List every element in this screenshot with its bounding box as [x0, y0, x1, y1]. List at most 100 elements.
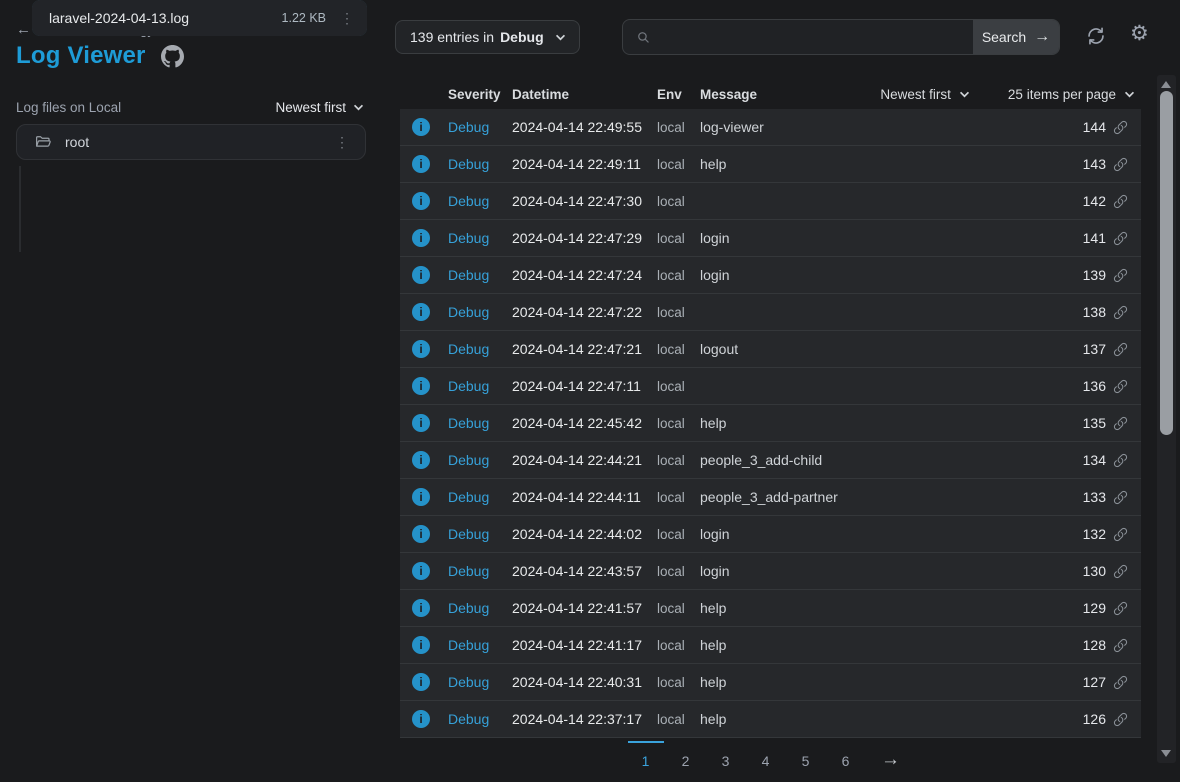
log-link-button[interactable] [1113, 490, 1128, 505]
log-row[interactable]: i Debug 2024-04-14 22:44:21 local people… [400, 442, 1141, 479]
log-link-button[interactable] [1113, 453, 1128, 468]
log-row[interactable]: i Debug 2024-04-14 22:40:31 local help 1… [400, 664, 1141, 701]
info-icon: i [412, 710, 430, 728]
log-row[interactable]: i Debug 2024-04-14 22:41:17 local help 1… [400, 627, 1141, 664]
log-link-button[interactable] [1113, 231, 1128, 246]
severity-cell: Debug [448, 600, 512, 616]
log-index: 133 [1083, 489, 1106, 505]
info-icon: i [412, 192, 430, 210]
severity-cell: Debug [448, 489, 512, 505]
next-page-button[interactable]: → [868, 741, 914, 771]
arrow-right-icon: → [1034, 28, 1050, 46]
log-link-button[interactable] [1113, 712, 1128, 727]
log-row[interactable]: i Debug 2024-04-14 22:43:57 local login … [400, 553, 1141, 590]
message-cell: people_3_add-child [700, 452, 1083, 468]
files-sort-dropdown[interactable]: Newest first [275, 100, 364, 115]
log-link-button[interactable] [1113, 157, 1128, 172]
per-page-dropdown[interactable]: 25 items per page [1008, 87, 1135, 102]
scrollbar-thumb[interactable] [1160, 91, 1173, 435]
log-link-button[interactable] [1113, 120, 1128, 135]
folder-item-root[interactable]: root ⋮ [16, 124, 366, 160]
link-icon [1113, 194, 1128, 209]
log-link-button[interactable] [1113, 342, 1128, 357]
file-size: 1.22 KB [282, 11, 326, 25]
page-button[interactable]: 4 [748, 741, 784, 769]
message-cell: login [700, 526, 1083, 542]
folder-menu-button[interactable]: ⋮ [329, 132, 355, 153]
log-row[interactable]: i Debug 2024-04-14 22:49:11 local help 1… [400, 146, 1141, 183]
scroll-down-arrow-icon[interactable] [1161, 750, 1171, 757]
link-icon [1113, 416, 1128, 431]
log-link-button[interactable] [1113, 416, 1128, 431]
link-icon [1113, 601, 1128, 616]
log-link-button[interactable] [1113, 305, 1128, 320]
refresh-button[interactable] [1085, 25, 1107, 47]
page-button[interactable]: 2 [668, 741, 704, 769]
log-row[interactable]: i Debug 2024-04-14 22:47:30 local 142 [400, 183, 1141, 220]
link-icon [1113, 564, 1128, 579]
table-sort-dropdown[interactable]: Newest first [880, 87, 970, 102]
log-row[interactable]: i Debug 2024-04-14 22:44:11 local people… [400, 479, 1141, 516]
search-button[interactable]: Search → [973, 20, 1059, 54]
log-link-button[interactable] [1113, 601, 1128, 616]
env-cell: local [657, 712, 700, 727]
page-button[interactable]: 1 [628, 741, 664, 769]
log-index: 144 [1083, 119, 1106, 135]
log-row[interactable]: i Debug 2024-04-14 22:41:57 local help 1… [400, 590, 1141, 627]
datetime-cell: 2024-04-14 22:47:11 [512, 378, 657, 394]
log-link-button[interactable] [1113, 675, 1128, 690]
info-icon: i [412, 562, 430, 580]
chevron-down-icon [1124, 91, 1135, 98]
message-cell: login [700, 563, 1083, 579]
info-icon: i [412, 303, 430, 321]
sidebar: ← Back to Genealogy Log Viewer Log files… [0, 0, 395, 782]
link-icon [1113, 342, 1128, 357]
log-link-button[interactable] [1113, 268, 1128, 283]
page-button[interactable]: 3 [708, 741, 744, 769]
datetime-cell: 2024-04-14 22:44:21 [512, 452, 657, 468]
github-icon [161, 45, 184, 68]
link-icon [1113, 379, 1128, 394]
info-icon: i [412, 525, 430, 543]
scroll-up-arrow-icon[interactable] [1161, 81, 1171, 88]
log-index: 138 [1083, 304, 1106, 320]
column-header-message: Message [700, 87, 880, 102]
files-sort-label: Newest first [275, 100, 346, 115]
log-row[interactable]: i Debug 2024-04-14 22:49:55 local log-vi… [400, 109, 1141, 146]
per-page-label: 25 items per page [1008, 87, 1116, 102]
github-link[interactable] [161, 45, 184, 68]
log-link-button[interactable] [1113, 564, 1128, 579]
log-file-item[interactable]: laravel-2024-04-13.log 1.22 KB ⋮ [32, 0, 367, 36]
indent-guide [19, 166, 21, 252]
page-button[interactable]: 6 [828, 741, 864, 769]
log-row[interactable]: i Debug 2024-04-14 22:47:11 local 136 [400, 368, 1141, 405]
log-link-button[interactable] [1113, 194, 1128, 209]
log-index: 143 [1083, 156, 1106, 172]
log-row[interactable]: i Debug 2024-04-14 22:47:21 local logout… [400, 331, 1141, 368]
message-cell: logout [700, 341, 1083, 357]
page-button[interactable]: 5 [788, 741, 824, 769]
log-row[interactable]: i Debug 2024-04-14 22:45:42 local help 1… [400, 405, 1141, 442]
link-icon [1113, 268, 1128, 283]
link-icon [1113, 157, 1128, 172]
log-link-button[interactable] [1113, 638, 1128, 653]
log-row[interactable]: i Debug 2024-04-14 22:47:24 local login … [400, 257, 1141, 294]
info-icon: i [412, 229, 430, 247]
log-row[interactable]: i Debug 2024-04-14 22:47:22 local 138 [400, 294, 1141, 331]
scrollbar[interactable] [1157, 75, 1176, 763]
entries-level-dropdown[interactable]: 139 entries in Debug [395, 20, 580, 54]
log-row[interactable]: i Debug 2024-04-14 22:47:29 local login … [400, 220, 1141, 257]
log-link-button[interactable] [1113, 379, 1128, 394]
link-icon [1113, 305, 1128, 320]
log-row[interactable]: i Debug 2024-04-14 22:44:02 local login … [400, 516, 1141, 553]
log-link-button[interactable] [1113, 527, 1128, 542]
datetime-cell: 2024-04-14 22:47:21 [512, 341, 657, 357]
datetime-cell: 2024-04-14 22:41:17 [512, 637, 657, 653]
info-icon: i [412, 118, 430, 136]
log-row[interactable]: i Debug 2024-04-14 22:37:17 local help 1… [400, 701, 1141, 738]
search-input[interactable] [662, 29, 961, 45]
env-cell: local [657, 305, 700, 320]
file-menu-button[interactable]: ⋮ [334, 8, 360, 29]
env-cell: local [657, 342, 700, 357]
settings-button[interactable]: ⚙ [1130, 23, 1149, 44]
